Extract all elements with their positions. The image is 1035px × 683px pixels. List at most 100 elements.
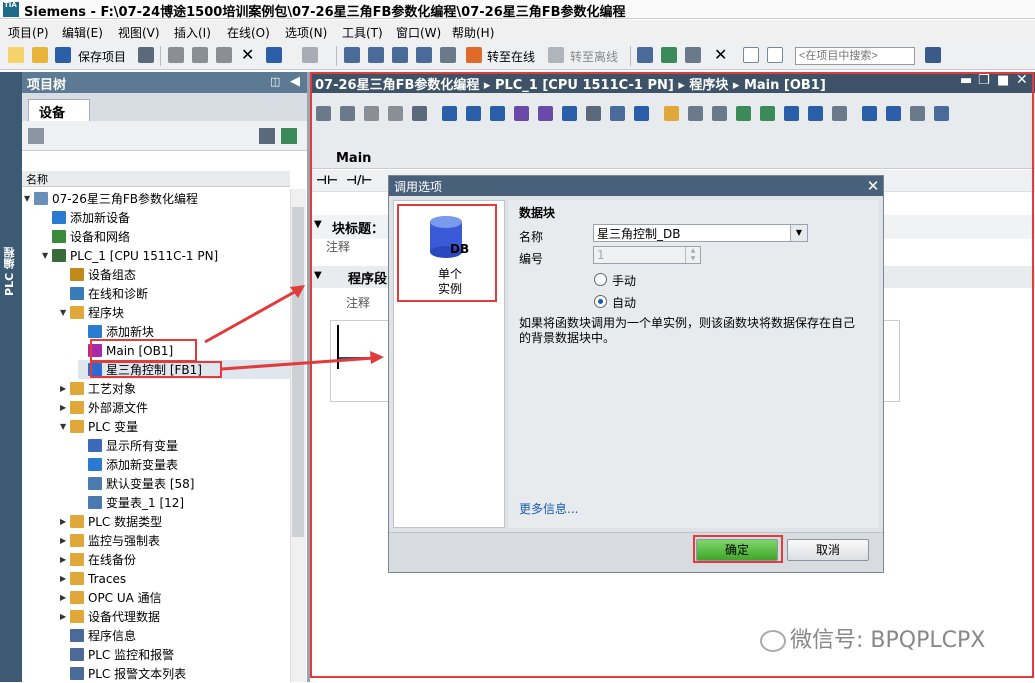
tree-item[interactable]: ▼ 07-26星三角FB参数化编程 (24, 189, 290, 208)
editor-tool-icon[interactable] (910, 106, 925, 121)
name-dropdown-icon[interactable]: ▼ (790, 225, 807, 241)
expand-arrow-icon[interactable]: ▶ (60, 593, 70, 602)
restore-icon[interactable]: ❐ (978, 73, 990, 88)
network-comment[interactable]: 注释 (346, 294, 370, 311)
tree-item[interactable]: ▶ 在线备份 (60, 550, 290, 569)
cross-reference-icon[interactable] (661, 47, 677, 63)
tree-item[interactable]: ▼ PLC 变量 (60, 417, 290, 436)
block-comment[interactable]: 注释 (326, 238, 350, 255)
redo-icon[interactable] (302, 47, 318, 63)
tree-item[interactable]: 设备和网络 (42, 227, 290, 246)
collapse-panel-icon[interactable]: ◀ (290, 74, 300, 89)
tree-item[interactable]: 星三角控制 [FB1] (78, 360, 290, 379)
editor-tool-icon[interactable] (316, 106, 331, 121)
tree-item[interactable]: 设备组态 (60, 265, 290, 284)
copy-icon[interactable] (192, 47, 208, 63)
stop-icon[interactable]: ✕ (714, 45, 727, 64)
collapse-arrow-icon[interactable]: ▼ (24, 194, 34, 203)
split-horizontal-icon[interactable] (743, 47, 759, 63)
compare-icon[interactable] (685, 47, 701, 63)
name-column-header[interactable]: 名称 (22, 171, 290, 187)
menu-window[interactable]: 窗口(W) (396, 24, 441, 41)
expand-arrow-icon[interactable]: ▶ (60, 403, 70, 412)
tree-item[interactable]: Main [OB1] (78, 341, 290, 360)
tab-devices[interactable]: 设备 (28, 99, 90, 121)
tree-scroll-thumb[interactable] (292, 207, 304, 537)
tree-item[interactable]: ▶ 外部源文件 (60, 398, 290, 417)
menu-help[interactable]: 帮助(H) (452, 24, 494, 41)
save-icon[interactable] (55, 47, 71, 63)
editor-tool-icon[interactable] (442, 106, 457, 121)
manual-radio[interactable] (594, 273, 607, 286)
menu-insert[interactable]: 插入(I) (174, 24, 211, 41)
accessible-devices-icon[interactable] (637, 47, 653, 63)
tree-view-icon[interactable] (28, 128, 44, 144)
save-project-button[interactable]: 保存项目 (78, 48, 126, 65)
editor-tool-icon[interactable] (934, 106, 949, 121)
tree-item[interactable]: 在线和诊断 (60, 284, 290, 303)
nc-contact-icon[interactable]: ⊣/⊢ (346, 173, 372, 187)
db-name-input[interactable] (593, 224, 808, 242)
delete-icon[interactable]: ✕ (241, 45, 254, 64)
expand-arrow-icon[interactable]: ▶ (60, 517, 70, 526)
maximize-icon[interactable]: ■ (997, 73, 1009, 88)
editor-tool-icon[interactable] (712, 106, 727, 121)
editor-tool-icon[interactable] (490, 106, 505, 121)
editor-tool-icon[interactable] (784, 106, 799, 121)
editor-tool-icon[interactable] (688, 106, 703, 121)
editor-tool-icon[interactable] (412, 106, 427, 121)
cut-icon[interactable] (168, 47, 184, 63)
open-project-icon[interactable] (32, 47, 48, 63)
editor-tool-icon[interactable] (634, 106, 649, 121)
tree-item[interactable]: ▶ PLC 数据类型 (60, 512, 290, 531)
editor-tool-icon[interactable] (388, 106, 403, 121)
download-icon[interactable] (368, 47, 384, 63)
menu-edit[interactable]: 编辑(E) (62, 24, 103, 41)
menu-tools[interactable]: 工具(T) (342, 24, 383, 41)
table-view-icon[interactable] (259, 128, 275, 144)
auto-radio[interactable] (594, 295, 607, 308)
start-sim-icon[interactable] (440, 47, 456, 63)
editor-tool-icon[interactable] (886, 106, 901, 121)
cancel-button[interactable]: 取消 (787, 539, 869, 561)
collapse-arrow-icon[interactable]: ▼ (314, 219, 322, 230)
network-collapse-icon[interactable]: ▼ (314, 270, 322, 281)
dialog-close-icon[interactable]: ✕ (864, 177, 882, 195)
number-spinner-icon[interactable]: ▲ ▼ (685, 247, 700, 263)
more-info-link[interactable]: 更多信息... (519, 500, 578, 517)
editor-tool-icon[interactable] (664, 106, 679, 121)
tree-item[interactable]: 显示所有变量 (78, 436, 290, 455)
expand-arrow-icon[interactable]: ▶ (60, 574, 70, 583)
tree-item[interactable]: ▶ 监控与强制表 (60, 531, 290, 550)
no-contact-icon[interactable]: ⊣⊢ (316, 173, 338, 187)
tree-item[interactable]: ▶ 工艺对象 (60, 379, 290, 398)
expand-arrow-icon[interactable]: ▶ (60, 612, 70, 621)
tree-item[interactable]: 添加新设备 (42, 208, 290, 227)
tree-item[interactable]: PLC 报警文本列表 (60, 664, 290, 683)
tree-item[interactable]: ▶ OPC UA 通信 (60, 588, 290, 607)
simulation-icon[interactable] (416, 47, 432, 63)
menu-options[interactable]: 选项(N) (285, 24, 327, 41)
plc-programming-tab[interactable]: PLC 编程 (2, 247, 20, 296)
editor-tool-icon[interactable] (514, 106, 529, 121)
editor-tool-icon[interactable] (586, 106, 601, 121)
tree-item[interactable]: 程序信息 (60, 626, 290, 645)
tree-item[interactable]: 添加新块 (78, 322, 290, 341)
tree-item[interactable]: ▼ 程序块 (60, 303, 290, 322)
editor-tool-icon[interactable] (562, 106, 577, 121)
new-project-icon[interactable] (8, 47, 24, 63)
tree-item[interactable]: 变量表_1 [12] (78, 493, 290, 512)
close-editor-icon[interactable]: ✕ (1016, 72, 1028, 88)
go-online-icon[interactable] (466, 47, 482, 63)
tree-item[interactable]: PLC 监控和报警 (60, 645, 290, 664)
add-to-tree-icon[interactable] (281, 128, 297, 144)
editor-tool-icon[interactable] (832, 106, 847, 121)
expand-arrow-icon[interactable]: ▶ (60, 536, 70, 545)
go-offline-button[interactable]: 转至离线 (570, 48, 618, 65)
editor-tool-icon[interactable] (538, 106, 553, 121)
editor-tool-icon[interactable] (340, 106, 355, 121)
project-search-input[interactable] (795, 47, 915, 65)
panel-pin-icon[interactable]: ◫ (270, 75, 280, 88)
minimize-icon[interactable]: ▬ (960, 73, 972, 88)
editor-tool-icon[interactable] (760, 106, 775, 121)
